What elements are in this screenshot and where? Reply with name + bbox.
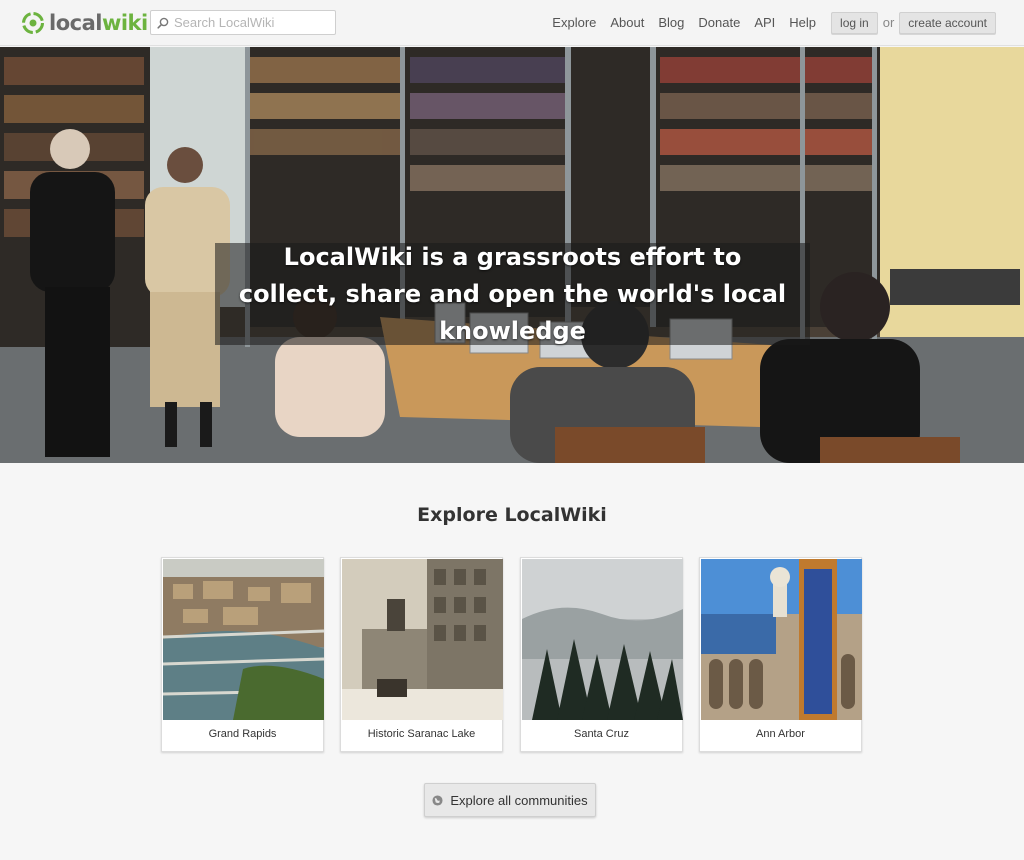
community-name: Grand Rapids [208, 728, 277, 740]
hero-tagline: LocalWiki is a grassroots effort to coll… [238, 242, 787, 345]
search-input[interactable] [174, 15, 334, 30]
logo-wordmark: localwiki [49, 11, 148, 35]
community-card-historic-saranac-lake[interactable]: Historic Saranac Lake [340, 557, 503, 752]
logo-word-wiki: wiki [101, 11, 148, 35]
community-name: Santa Cruz [573, 728, 630, 740]
community-name: Historic Saranac Lake [367, 728, 476, 740]
search-box[interactable] [150, 10, 336, 35]
hero-tagline-box: LocalWiki is a grassroots effort to coll… [215, 243, 810, 345]
localwiki-logo[interactable]: localwiki [20, 9, 148, 37]
create-account-button[interactable]: create account [899, 11, 996, 34]
or-separator: or [882, 15, 895, 30]
community-card-grand-rapids[interactable]: Grand Rapids [161, 557, 324, 752]
community-thumbnail-grand-rapids [163, 559, 324, 720]
localwiki-logo-icon [22, 12, 44, 34]
community-name: Ann Arbor [756, 728, 805, 740]
search-icon [157, 17, 169, 29]
community-thumbnail-ann-arbor [701, 559, 862, 720]
nav-api[interactable]: API [754, 15, 775, 30]
top-navigation-bar: localwiki Explore About Blog Donate API … [0, 0, 1024, 46]
explore-all-communities-button[interactable]: Explore all communities [424, 783, 596, 817]
main-nav: Explore About Blog Donate API Help log i… [552, 11, 996, 34]
community-card-santa-cruz[interactable]: Santa Cruz [520, 557, 683, 752]
community-card-ann-arbor[interactable]: Ann Arbor [699, 557, 862, 752]
nav-about[interactable]: About [610, 15, 644, 30]
nav-explore[interactable]: Explore [552, 15, 596, 30]
nav-donate[interactable]: Donate [698, 15, 740, 30]
nav-blog[interactable]: Blog [658, 15, 684, 30]
explore-section-title: Explore LocalWiki [417, 504, 607, 526]
hero-banner: LocalWiki is a grassroots effort to coll… [0, 47, 1024, 463]
nav-help[interactable]: Help [789, 15, 816, 30]
community-thumbnail-santa-cruz [522, 559, 683, 720]
login-button[interactable]: log in [831, 11, 878, 34]
explore-all-label: Explore all communities [450, 792, 588, 808]
community-thumbnail-historic-saranac-lake [342, 559, 503, 720]
globe-icon [432, 794, 443, 806]
logo-word-local: local [49, 11, 102, 35]
